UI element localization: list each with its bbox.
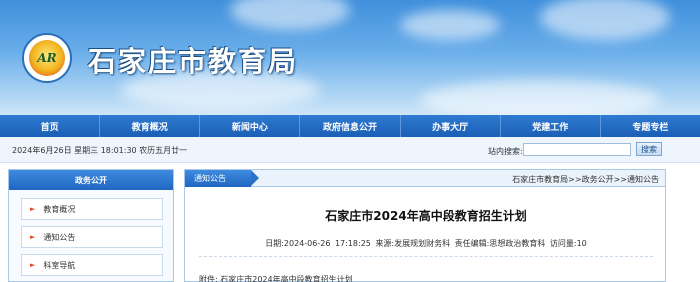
sidebar-item-education-overview[interactable]: ► 教育概况 <box>21 198 163 220</box>
sidebar: 政务公开 ► 教育概况 ► 通知公告 ► 科室导航 <box>8 169 174 282</box>
cloud-decoration <box>230 0 350 30</box>
sidebar-item-notices[interactable]: ► 通知公告 <box>21 226 163 248</box>
nav-item-education-overview[interactable]: 教育概况 <box>100 115 201 137</box>
breadcrumb[interactable]: 石家庄市教育局>>政务公开>>通知公告 <box>512 174 659 185</box>
nav-item-special-topics[interactable]: 专题专栏 <box>601 115 700 137</box>
logo-emblem-icon: AR <box>29 40 65 76</box>
current-date: 2024年6月26日 星期三 18:01:30 农历五月廿一 <box>12 146 188 155</box>
tab-notices[interactable]: 通知公告 <box>185 170 251 187</box>
sidebar-item-department-nav[interactable]: ► 科室导航 <box>21 254 163 276</box>
header-banner: AR 石家庄市教育局 <box>0 0 700 115</box>
arrow-right-icon: ► <box>30 233 36 241</box>
sidebar-item-label: 教育概况 <box>43 204 76 214</box>
arrow-right-icon: ► <box>30 205 36 213</box>
site-logo[interactable]: AR <box>22 33 72 83</box>
info-bar: 2024年6月26日 星期三 18:01:30 农历五月廿一 站内搜索: 搜索 <box>0 137 700 163</box>
attachment-link[interactable]: 附件: 石家庄市2024年高中段教育招生计划 <box>199 274 353 282</box>
nav-item-gov-info[interactable]: 政府信息公开 <box>300 115 401 137</box>
cloud-decoration <box>420 80 660 115</box>
nav-item-service-hall[interactable]: 办事大厅 <box>401 115 501 137</box>
sidebar-item-label: 科室导航 <box>43 260 76 270</box>
sidebar-title: 政务公开 <box>9 170 173 190</box>
nav-item-party-building[interactable]: 党建工作 <box>501 115 601 137</box>
main-nav: 首页 教育概况 新闻中心 政府信息公开 办事大厅 党建工作 专题专栏 <box>0 115 700 137</box>
article-title: 石家庄市2024年高中段教育招生计划 <box>325 209 527 223</box>
arrow-right-icon: ► <box>30 261 36 269</box>
sidebar-item-label: 通知公告 <box>43 232 76 242</box>
cloud-decoration <box>400 10 500 40</box>
article-panel-header: 通知公告 石家庄市教育局>>政务公开>>通知公告 <box>185 170 665 187</box>
cloud-decoration <box>540 0 670 40</box>
nav-item-home[interactable]: 首页 <box>0 115 101 137</box>
nav-item-news-center[interactable]: 新闻中心 <box>200 115 301 137</box>
site-title: 石家庄市教育局 <box>88 45 299 78</box>
search-label: 站内搜索: <box>488 147 523 156</box>
article-meta: 日期:2024-06-26 17:18:25 来源:发展规划财务科 责任编辑:思… <box>265 239 587 248</box>
divider <box>199 256 653 257</box>
article-panel: 通知公告 石家庄市教育局>>政务公开>>通知公告 石家庄市2024年高中段教育招… <box>184 169 666 282</box>
search-button[interactable]: 搜索 <box>636 142 662 156</box>
search-input[interactable] <box>523 143 631 156</box>
tab-arrow-icon <box>251 170 259 186</box>
